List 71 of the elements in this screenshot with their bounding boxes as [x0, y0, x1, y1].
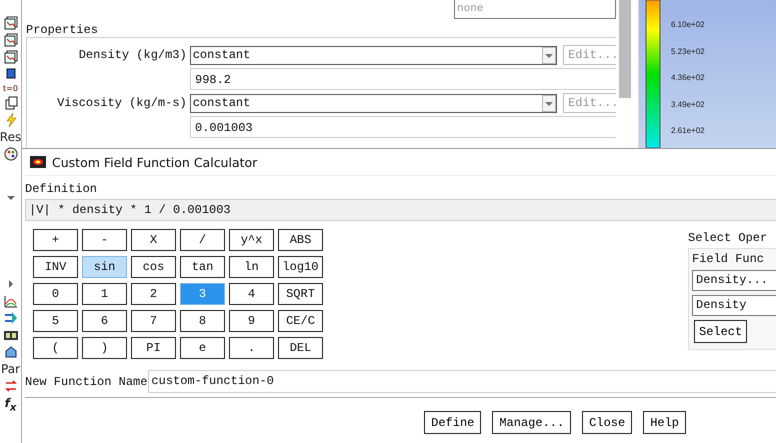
window-icon[interactable] — [4, 16, 18, 30]
toolbar-label: Par — [1, 362, 20, 376]
calculator-key[interactable]: SQRT — [278, 283, 323, 305]
swap-icon[interactable] — [4, 379, 18, 393]
window-icon[interactable] — [4, 33, 18, 47]
calculator-key[interactable]: ( — [33, 337, 78, 359]
calculator-key[interactable]: sin — [82, 256, 127, 278]
colorbar-label: 2.61e+02 — [671, 125, 705, 137]
lightning-icon[interactable] — [4, 113, 18, 127]
section-label: Definition — [25, 182, 98, 196]
field-label: New Function Name — [25, 374, 148, 388]
graph-icon[interactable] — [4, 294, 18, 308]
calculator-key[interactable]: + — [33, 229, 78, 251]
colorbar-label: 6.10e+02 — [671, 19, 705, 31]
section-label: Select Oper — [688, 231, 768, 245]
calculator-key[interactable]: 6 — [82, 310, 127, 332]
calculator-key[interactable]: 1 — [82, 283, 127, 305]
method-dropdown[interactable]: constant — [190, 46, 558, 64]
window-icon[interactable] — [4, 50, 18, 64]
calculator-key[interactable]: ABS — [278, 229, 323, 251]
dialog-button[interactable]: Close — [582, 411, 632, 434]
window-title: Custom Field Function Calculator — [52, 154, 258, 170]
calculator-key[interactable]: ln — [229, 256, 274, 278]
calculator-key[interactable]: DEL — [278, 337, 323, 359]
field-function-dropdown[interactable]: Density... — [692, 270, 776, 291]
calculator-key[interactable]: ) — [82, 337, 127, 359]
calculator-key[interactable]: e — [180, 337, 225, 359]
colorbar-label: 3.49e+02 — [671, 98, 705, 110]
toolbar-label: Res — [0, 130, 21, 144]
calculator-key[interactable]: / — [180, 229, 225, 251]
dialog-button[interactable]: Define — [424, 411, 482, 434]
calculator-key[interactable]: - — [82, 229, 127, 251]
field-function-list[interactable]: Density — [692, 295, 776, 316]
value-field[interactable]: 0.001003 — [190, 116, 616, 138]
scrollbar-thumb[interactable] — [619, 0, 631, 98]
calculator-key[interactable]: 7 — [131, 310, 176, 332]
palette-icon[interactable] — [4, 147, 18, 161]
function-label[interactable]: f$_{x}$ — [4, 396, 16, 416]
calculator-key[interactable]: 0 — [33, 283, 78, 305]
colorbar-label: 4.36e+02 — [671, 72, 705, 84]
group-title: Field Func — [692, 252, 766, 266]
calculator-key[interactable]: CE/C — [278, 310, 323, 332]
toolbar-label: t=0 — [3, 84, 18, 93]
dialog-button[interactable]: Help — [643, 411, 686, 434]
calculator-key[interactable]: . — [229, 337, 274, 359]
calculator-key[interactable]: 2 — [131, 283, 176, 305]
calculator-key[interactable]: cos — [131, 256, 176, 278]
film-icon[interactable] — [4, 328, 18, 342]
group-title: Properties — [26, 23, 100, 37]
calculator-key[interactable]: PI — [131, 337, 176, 359]
calculator-key[interactable]: 8 — [180, 310, 225, 332]
function-name-field[interactable]: custom-function-0 — [148, 370, 776, 393]
calculator-key[interactable]: y^x — [229, 229, 274, 251]
calculator-key[interactable]: INV — [33, 256, 78, 278]
select-button[interactable]: Select — [694, 320, 748, 343]
calculator-key[interactable]: X — [131, 229, 176, 251]
calculator-key[interactable]: 9 — [229, 310, 274, 332]
definition-field[interactable]: |V| * density * 1 / 0.001003 — [25, 199, 776, 221]
arrows-icon[interactable] — [4, 311, 18, 325]
dialog-button[interactable]: Manage... — [492, 411, 572, 434]
document-icon[interactable] — [4, 96, 18, 110]
app-icon — [30, 156, 46, 168]
calculator-key[interactable]: tan — [180, 256, 225, 278]
value-field[interactable]: 998.2 — [190, 68, 616, 90]
calculator-key[interactable]: 5 — [33, 310, 78, 332]
calculator-key[interactable]: log10 — [278, 256, 323, 278]
calculator-key[interactable]: 4 — [229, 283, 274, 305]
property-label: Viscosity (kg/m-s) — [56, 96, 188, 110]
property-label: Density (kg/m3) — [78, 48, 188, 62]
colorbar-label: 5.23e+02 — [671, 46, 705, 58]
method-dropdown[interactable]: constant — [190, 94, 558, 112]
